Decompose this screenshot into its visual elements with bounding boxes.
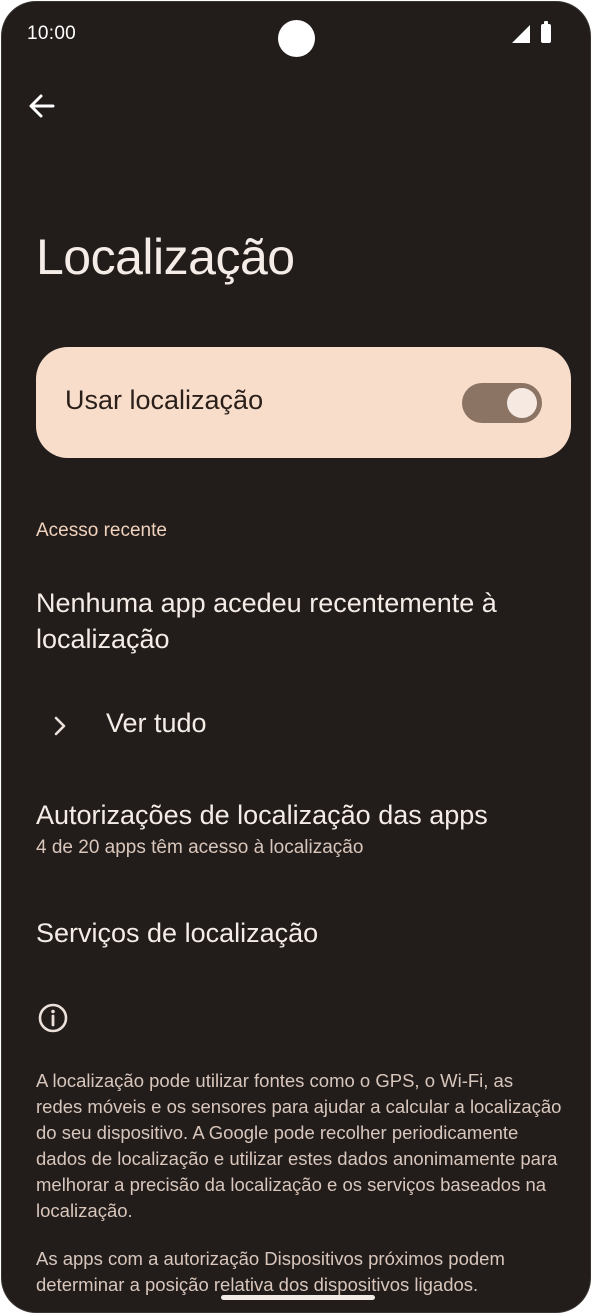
signal-icon xyxy=(512,25,530,43)
screen: 10:00 Localização Usar localização Acess… xyxy=(2,2,590,1312)
see-all-label: Ver tudo xyxy=(106,708,207,738)
camera-cutout xyxy=(278,20,315,57)
app-permissions-title: Autorizações de localização das apps xyxy=(36,800,488,830)
use-location-label: Usar localização xyxy=(65,385,264,415)
location-services-item[interactable]: Serviços de localização xyxy=(36,916,566,950)
battery-icon xyxy=(541,21,551,43)
use-location-switch[interactable] xyxy=(462,383,542,423)
app-location-permissions-item[interactable]: Autorizações de localização das apps 4 d… xyxy=(36,798,566,859)
recent-access-empty-message: Nenhuma app acedeu recentemente à locali… xyxy=(36,588,497,654)
status-time: 10:00 xyxy=(27,23,77,44)
use-location-toggle-card[interactable]: Usar localização xyxy=(36,347,571,458)
page-title: Localização xyxy=(36,229,295,285)
recent-access-header: Acesso recente xyxy=(36,520,167,541)
chevron-right-icon xyxy=(46,712,74,740)
location-info-paragraph: A localização pode utilizar fontes como … xyxy=(36,1070,562,1221)
app-permissions-summary: 4 de 20 apps têm acesso à localização xyxy=(36,837,364,858)
see-all-button[interactable]: Ver tudo xyxy=(36,702,556,750)
nearby-devices-info-paragraph: As apps com a autorização Dispositivos p… xyxy=(36,1248,505,1295)
gesture-navigation-bar[interactable] xyxy=(221,1295,375,1300)
info-icon xyxy=(36,1001,70,1035)
back-arrow-icon[interactable] xyxy=(26,90,58,122)
switch-thumb xyxy=(507,388,537,418)
